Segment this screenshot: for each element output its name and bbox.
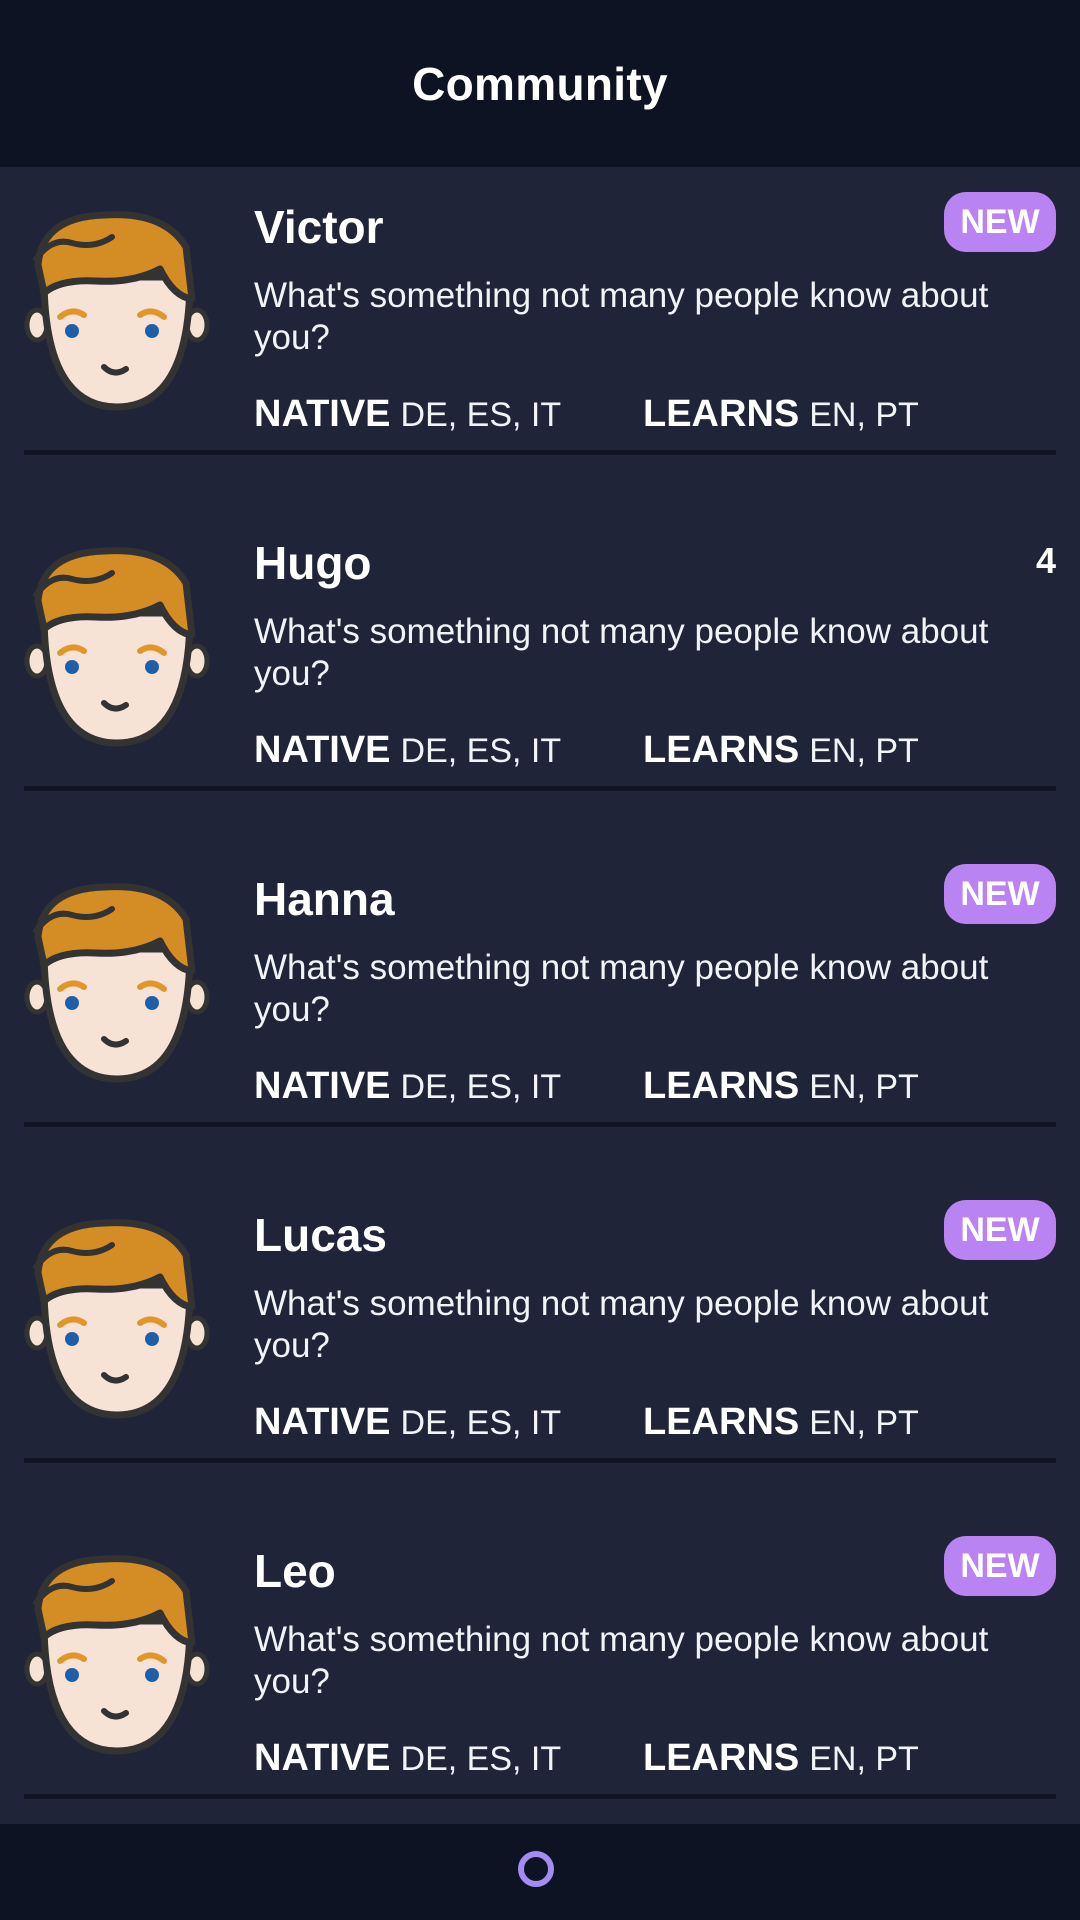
native-languages: NATIVE DE, ES, IT	[254, 1061, 561, 1112]
loading-spinner-icon	[518, 1851, 554, 1887]
list-item[interactable]: Leo NEW What's something not many people…	[0, 1511, 1080, 1847]
new-badge: NEW	[944, 192, 1056, 252]
user-name: Victor	[254, 201, 384, 253]
learning-languages: LEARNS EN, PT	[643, 389, 919, 440]
new-badge: NEW	[944, 864, 1056, 924]
row-divider	[24, 786, 1056, 791]
new-badge: NEW	[944, 1200, 1056, 1260]
user-name: Lucas	[254, 1209, 387, 1261]
user-message: What's something not many people know ab…	[254, 1620, 989, 1701]
boy-avatar-icon	[24, 211, 210, 411]
user-message: What's something not many people know ab…	[254, 612, 989, 693]
boy-avatar-icon	[24, 1219, 210, 1419]
top-app-bar: Community	[0, 0, 1080, 167]
native-values: DE, ES, IT	[400, 732, 562, 770]
language-info: NATIVE DE, ES, IT LEARNS EN, PT	[254, 389, 1044, 439]
boy-avatar-icon	[24, 1555, 210, 1755]
learns-values: EN, PT	[809, 1740, 919, 1778]
language-info: NATIVE DE, ES, IT LEARNS EN, PT	[254, 1397, 1044, 1447]
native-label: NATIVE	[254, 393, 391, 435]
native-label: NATIVE	[254, 729, 391, 771]
list-item[interactable]: Lucas NEW What's something not many peop…	[0, 1175, 1080, 1511]
user-name: Hanna	[254, 873, 395, 925]
row-divider	[24, 1458, 1056, 1463]
language-info: NATIVE DE, ES, IT LEARNS EN, PT	[254, 1733, 1044, 1783]
native-label: NATIVE	[254, 1737, 391, 1779]
new-badge: NEW	[944, 1536, 1056, 1596]
native-languages: NATIVE DE, ES, IT	[254, 725, 561, 776]
learns-label: LEARNS	[643, 729, 800, 771]
learns-label: LEARNS	[643, 1401, 800, 1443]
user-message: What's something not many people know ab…	[254, 1284, 989, 1365]
native-values: DE, ES, IT	[400, 1404, 562, 1442]
learning-languages: LEARNS EN, PT	[643, 725, 919, 776]
user-message: What's something not many people know ab…	[254, 276, 989, 357]
learns-label: LEARNS	[643, 1065, 800, 1107]
learns-values: EN, PT	[809, 732, 919, 770]
learns-values: EN, PT	[809, 1068, 919, 1106]
language-info: NATIVE DE, ES, IT LEARNS EN, PT	[254, 725, 1044, 775]
boy-avatar-icon	[24, 883, 210, 1083]
user-name: Hugo	[254, 537, 372, 589]
learning-languages: LEARNS EN, PT	[643, 1061, 919, 1112]
learns-label: LEARNS	[643, 1737, 800, 1779]
language-info: NATIVE DE, ES, IT LEARNS EN, PT	[254, 1061, 1044, 1111]
native-languages: NATIVE DE, ES, IT	[254, 1397, 561, 1448]
boy-avatar-icon	[24, 547, 210, 747]
row-divider	[24, 1122, 1056, 1127]
row-divider	[24, 1794, 1056, 1799]
learning-languages: LEARNS EN, PT	[643, 1733, 919, 1784]
learns-label: LEARNS	[643, 393, 800, 435]
list-item[interactable]: Hugo 4 What's something not many people …	[0, 503, 1080, 839]
native-values: DE, ES, IT	[400, 396, 562, 434]
row-divider	[24, 450, 1056, 455]
list-item[interactable]: Hanna NEW What's something not many peop…	[0, 839, 1080, 1175]
learns-values: EN, PT	[809, 396, 919, 434]
user-message: What's something not many people know ab…	[254, 948, 989, 1029]
native-label: NATIVE	[254, 1401, 391, 1443]
list-item[interactable]: Victor NEW What's something not many peo…	[0, 167, 1080, 503]
native-languages: NATIVE DE, ES, IT	[254, 1733, 561, 1784]
native-label: NATIVE	[254, 1065, 391, 1107]
user-name: Leo	[254, 1545, 336, 1597]
page-title: Community	[412, 57, 668, 110]
unread-count: 4	[1035, 540, 1056, 581]
native-values: DE, ES, IT	[400, 1068, 562, 1106]
learning-languages: LEARNS EN, PT	[643, 1397, 919, 1448]
native-values: DE, ES, IT	[400, 1740, 562, 1778]
native-languages: NATIVE DE, ES, IT	[254, 389, 561, 440]
learns-values: EN, PT	[809, 1404, 919, 1442]
